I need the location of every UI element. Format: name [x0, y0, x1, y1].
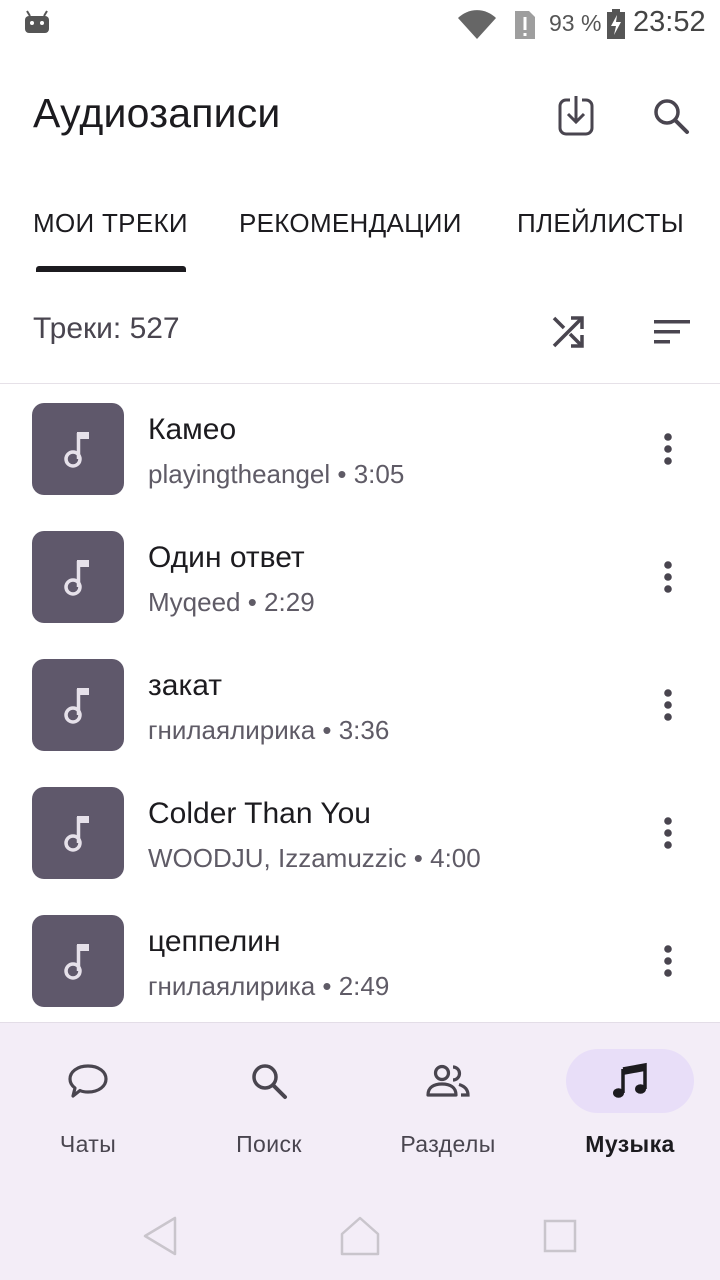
track-artist-duration: гнилаялирика • 3:36 — [148, 715, 390, 745]
track-more-button[interactable] — [646, 555, 690, 599]
nav-chats[interactable]: Чаты — [1, 1049, 181, 1159]
music-note-icon — [64, 688, 89, 724]
music-note-icon — [613, 1062, 647, 1098]
music-note-icon — [64, 432, 89, 468]
page-title: Аудиозаписи — [33, 90, 281, 136]
track-more-button[interactable] — [646, 427, 690, 471]
track-artist-duration: гнилаялирика • 2:49 — [148, 971, 390, 1001]
search-icon — [654, 99, 689, 134]
track-more-button[interactable] — [646, 811, 690, 855]
battery-percent: 93 % — [549, 10, 602, 36]
more-vert-icon — [664, 561, 672, 593]
nav-sections[interactable]: Разделы — [361, 1049, 541, 1159]
track-list: Камео playingtheangel • 3:05 Один ответ … — [0, 385, 720, 1021]
tab-playlists[interactable]: ПЛЕЙЛИСТЫ — [517, 208, 684, 239]
status-bar: 93 % 23:52 — [0, 0, 720, 50]
nav-icon-container — [384, 1049, 512, 1113]
track-cover — [32, 531, 124, 623]
track-artist-duration: WOODJU, Izzamuzzic • 4:00 — [148, 843, 481, 873]
shuffle-button[interactable] — [540, 304, 596, 360]
nav-label: Чаты — [59, 1131, 117, 1157]
more-vert-icon — [664, 817, 672, 849]
nav-label: Поиск — [236, 1131, 302, 1157]
track-title: цеппелин — [148, 925, 281, 958]
tracks-toolbar: Треки: 527 — [0, 286, 720, 384]
tab-recommendations[interactable]: РЕКОМЕНДАЦИИ — [239, 208, 462, 239]
more-vert-icon — [664, 433, 672, 465]
tab-indicator — [36, 266, 186, 272]
track-cover — [32, 915, 124, 1007]
sort-icon — [654, 320, 690, 344]
track-cover — [32, 403, 124, 495]
recents-icon — [543, 1219, 577, 1253]
track-title: Один ответ — [148, 541, 305, 574]
track-cover — [32, 659, 124, 751]
sort-button[interactable] — [644, 304, 700, 360]
track-more-button[interactable] — [646, 683, 690, 727]
track-item[interactable]: Colder Than You WOODJU, Izzamuzzic • 4:0… — [0, 769, 720, 897]
system-back-button[interactable] — [132, 1208, 188, 1264]
track-title: Камео — [148, 413, 237, 446]
search-icon — [252, 1064, 287, 1099]
people-icon — [426, 1064, 470, 1097]
track-artist-duration: Myqeed • 2:29 — [148, 587, 315, 617]
nav-music[interactable]: Музыка — [543, 1049, 720, 1159]
more-vert-icon — [664, 689, 672, 721]
track-cover — [32, 787, 124, 879]
track-count: Треки: 527 — [33, 312, 180, 345]
download-button[interactable] — [548, 88, 604, 144]
app-header: Аудиозаписи — [0, 60, 720, 170]
clock: 23:52 — [633, 6, 706, 38]
music-note-icon — [64, 560, 89, 596]
music-note-icon — [64, 816, 89, 852]
back-icon — [143, 1216, 177, 1256]
nav-icon-container — [566, 1049, 694, 1113]
system-recents-button[interactable] — [532, 1208, 588, 1264]
download-icon — [558, 96, 594, 136]
more-vert-icon — [664, 945, 672, 977]
nav-icon-container — [24, 1049, 152, 1113]
nav-search[interactable]: Поиск — [182, 1049, 362, 1159]
battery-charging-icon — [607, 9, 625, 39]
track-artist-duration: playingtheangel • 3:05 — [148, 459, 405, 489]
system-home-button[interactable] — [332, 1208, 388, 1264]
tab-bar: МОИ ТРЕКИ РЕКОМЕНДАЦИИ ПЛЕЙЛИСТЫ — [0, 190, 720, 274]
track-item[interactable]: Камео playingtheangel • 3:05 — [0, 385, 720, 513]
tab-my-tracks[interactable]: МОИ ТРЕКИ — [33, 208, 188, 239]
track-more-button[interactable] — [646, 939, 690, 983]
search-button[interactable] — [643, 88, 699, 144]
track-item[interactable]: закат гнилаялирика • 3:36 — [0, 641, 720, 769]
music-note-icon — [64, 944, 89, 980]
track-item[interactable]: Один ответ Myqeed • 2:29 — [0, 513, 720, 641]
nav-label: Разделы — [400, 1131, 496, 1157]
shuffle-icon — [552, 316, 584, 348]
wifi-icon — [458, 10, 496, 39]
track-item[interactable]: цеппелин гнилаялирика • 2:49 — [0, 897, 720, 1021]
sim-alert-icon — [515, 11, 535, 39]
track-title: закат — [148, 669, 222, 702]
track-title: Colder Than You — [148, 797, 371, 830]
home-icon — [340, 1216, 380, 1256]
android-icon — [25, 10, 49, 33]
system-navigation-bar — [0, 1196, 720, 1276]
nav-label: Музыка — [585, 1131, 675, 1157]
chat-bubble-icon — [68, 1064, 108, 1098]
nav-icon-container — [205, 1049, 333, 1113]
